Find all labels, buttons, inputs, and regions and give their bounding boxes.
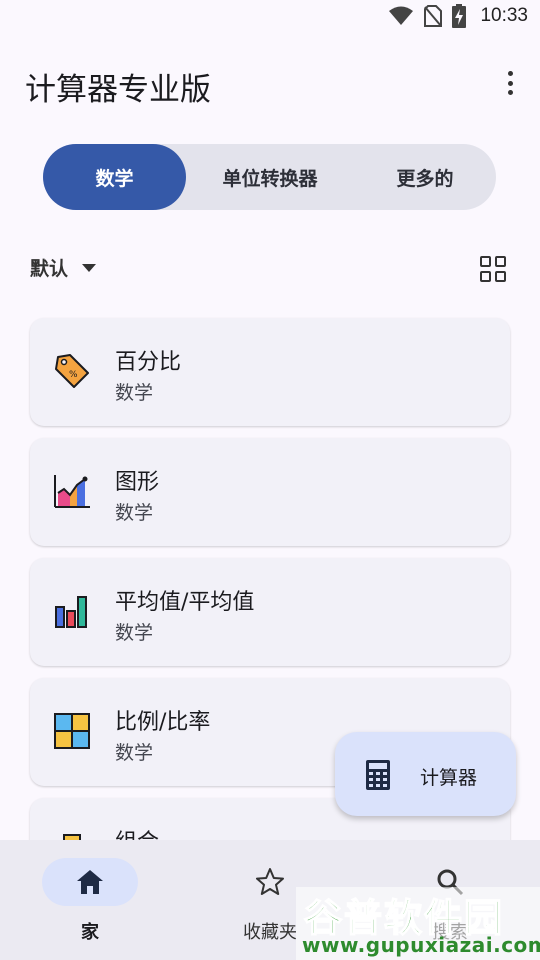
nav-pill-home — [42, 858, 138, 906]
list-item-average[interactable]: 平均值/平均值 数学 — [30, 558, 510, 666]
watermark-url: www.gupuxiazai.com — [302, 933, 540, 957]
arrow-drop-down-icon — [82, 263, 97, 272]
no-sim-icon — [424, 5, 443, 27]
sort-label: 默认 — [30, 258, 69, 280]
grid-view-icon[interactable] — [480, 256, 506, 282]
watermark: 谷普软件园 www.gupuxiazai.com — [296, 887, 540, 960]
graph-chart-icon — [54, 475, 90, 508]
app-bar: 计算器专业版 — [0, 36, 540, 136]
list-item-percentage[interactable]: % 百分比 数学 — [30, 318, 510, 426]
calculator-icon — [366, 760, 390, 790]
svg-text:%: % — [69, 370, 78, 380]
fab-label: 计算器 — [420, 767, 478, 789]
list-item-subtitle: 数学 — [115, 742, 154, 764]
status-bar: 10:33 — [0, 0, 540, 36]
battery-charging-icon — [452, 4, 467, 28]
segmented-tabs: 数学 单位转换器 更多的 — [43, 144, 496, 210]
tool-list: % 百分比 数学 图形 数学 平均值/平均值 数学 比例/比率 数学 — [30, 318, 510, 918]
list-item-title: 图形 — [115, 470, 160, 495]
star-icon — [256, 868, 284, 895]
wifi-icon — [389, 6, 414, 25]
home-icon — [77, 870, 103, 894]
list-item-subtitle: 数学 — [115, 382, 154, 404]
nav-item-home[interactable]: 家 — [0, 840, 180, 960]
list-item-title: 平均值/平均值 — [115, 590, 255, 615]
tab-unit-converter[interactable]: 单位转换器 — [186, 144, 354, 210]
percent-tag-icon: % — [55, 354, 89, 388]
status-time: 10:33 — [480, 5, 528, 26]
sort-dropdown[interactable]: 默认 — [30, 254, 97, 281]
tab-math[interactable]: 数学 — [43, 144, 186, 210]
bar-chart-icon — [55, 596, 87, 628]
list-item-graph[interactable]: 图形 数学 — [30, 438, 510, 546]
list-item-title: 百分比 — [115, 350, 182, 375]
list-item-subtitle: 数学 — [115, 622, 154, 644]
list-item-subtitle: 数学 — [115, 502, 154, 524]
calculator-fab[interactable]: 计算器 — [335, 732, 516, 816]
status-icons: 10:33 — [388, 4, 528, 28]
nav-label-home: 家 — [81, 922, 99, 943]
list-item-title: 比例/比率 — [115, 710, 211, 735]
page-title: 计算器专业版 — [25, 72, 211, 108]
ratio-grid-icon — [54, 713, 90, 749]
tab-more[interactable]: 更多的 — [354, 144, 496, 210]
more-vert-icon[interactable] — [498, 68, 522, 98]
